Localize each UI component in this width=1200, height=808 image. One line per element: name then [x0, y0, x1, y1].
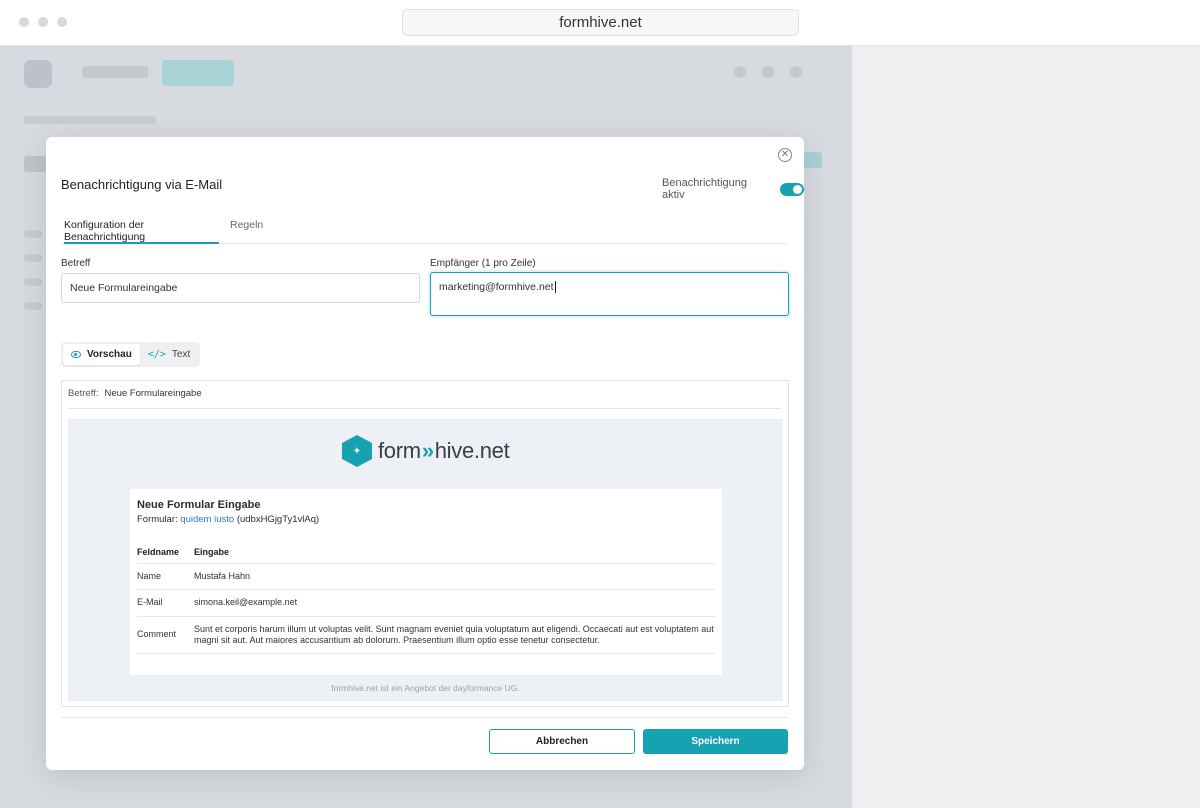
app-sidebar-line — [24, 278, 42, 286]
toggle-label: Benachrichtigung aktiv — [662, 177, 748, 201]
address-bar[interactable]: formhive.net — [402, 9, 799, 36]
cancel-button[interactable]: Abbrechen — [489, 729, 635, 754]
save-button[interactable]: Speichern — [643, 729, 788, 754]
form-reference: Formular: quidem iusto (udbxHGjgTy1vlAq) — [137, 514, 319, 525]
field-name: E-Mail — [137, 589, 194, 617]
preview-subject-value: Neue Formulareingabe — [104, 388, 202, 399]
email-body: ✦ form»hive.net Neue Formular Eingabe Fo… — [68, 419, 783, 701]
tab-configuration[interactable]: Konfiguration der Benachrichtigung — [64, 219, 219, 244]
recipients-textarea[interactable]: marketing@formhive.net — [430, 272, 789, 316]
browser-toolbar: formhive.net — [0, 0, 1200, 46]
form-id: (udbxHGjgTy1vlAq) — [236, 514, 320, 525]
email-notification-modal: ✕ Benachrichtigung via E-Mail Benachrich… — [46, 137, 804, 770]
brand-logo: ✦ form»hive.net — [342, 435, 510, 467]
table-row: Comment Sunt et corporis harum illum ut … — [137, 616, 715, 654]
view-mode-switch: Vorschau </> Text — [61, 342, 201, 367]
column-header: Feldname — [137, 541, 194, 564]
app-breadcrumb — [24, 116, 156, 124]
tab-bar: Konfiguration der Benachrichtigung Regel… — [61, 209, 787, 244]
preview-mode-label: Vorschau — [87, 349, 132, 360]
preview-subject-line: Betreff: Neue Formulareingabe — [68, 388, 202, 399]
brand-wordmark: form»hive.net — [378, 438, 510, 463]
close-icon[interactable]: ✕ — [778, 148, 792, 162]
hive-logo-icon: ✦ — [342, 435, 372, 467]
subject-input-value: Neue Formulareingabe — [70, 282, 178, 294]
table-row: Name Mustafa Hahn — [137, 563, 715, 591]
app-sidebar-line — [24, 302, 42, 310]
app-nav-item-active — [162, 60, 234, 86]
preview-mode-button[interactable]: Vorschau — [63, 344, 140, 365]
window-controls — [19, 17, 67, 27]
recipients-value: marketing@formhive.net — [439, 281, 554, 293]
text-mode-label: Text — [171, 349, 191, 360]
app-sidebar-line — [24, 254, 42, 262]
code-icon: </> — [147, 349, 166, 360]
app-logo — [24, 60, 52, 88]
eye-icon — [71, 351, 81, 358]
table-header-row: Feldname Eingabe — [137, 541, 715, 564]
app-nav-item — [82, 66, 148, 78]
app-page-title — [24, 156, 46, 172]
subject-input[interactable]: Neue Formulareingabe — [61, 273, 420, 303]
subject-label: Betreff — [61, 258, 91, 269]
background-pane — [852, 46, 1200, 808]
app-header-icon — [762, 66, 774, 78]
divider — [61, 717, 788, 718]
email-preview: Betreff: Neue Formulareingabe ✦ form»hive… — [61, 380, 789, 707]
form-link[interactable]: quidem iusto — [180, 514, 234, 525]
address-url: formhive.net — [559, 14, 642, 31]
email-card: Neue Formular Eingabe Formular: quidem i… — [130, 489, 722, 675]
window-dot-zoom[interactable] — [57, 17, 67, 27]
tab-rules[interactable]: Regeln — [230, 219, 263, 244]
notification-toggle-group: Benachrichtigung aktiv — [662, 177, 804, 201]
window-dot-close[interactable] — [19, 17, 29, 27]
table-row: E-Mail simona.keil@example.net — [137, 589, 715, 617]
preview-subject-key: Betreff: — [68, 388, 99, 399]
app-header-icon — [790, 66, 802, 78]
field-name: Name — [137, 563, 194, 591]
submission-table: Feldname Eingabe Name Mustafa Hahn E-Mai… — [137, 541, 715, 654]
notification-active-toggle[interactable] — [780, 182, 804, 196]
form-prefix: Formular: — [137, 514, 178, 525]
field-value: Sunt et corporis harum illum ut voluptas… — [194, 616, 715, 654]
email-footer: formhive.net ist ein Angebot der dayform… — [331, 683, 520, 693]
app-sidebar-line — [24, 230, 42, 238]
text-caret — [554, 281, 556, 293]
field-value: simona.keil@example.net — [194, 589, 715, 617]
app-header-icon — [734, 66, 746, 78]
email-title: Neue Formular Eingabe — [137, 499, 261, 511]
window-dot-minimize[interactable] — [38, 17, 48, 27]
field-value: Mustafa Hahn — [194, 563, 715, 591]
divider — [68, 408, 781, 409]
column-header: Eingabe — [194, 541, 715, 564]
text-mode-button[interactable]: </> Text — [140, 344, 198, 365]
modal-title: Benachrichtigung via E-Mail — [61, 177, 223, 192]
recipients-label: Empfänger (1 pro Zeile) — [430, 258, 536, 269]
field-name: Comment — [137, 616, 194, 654]
